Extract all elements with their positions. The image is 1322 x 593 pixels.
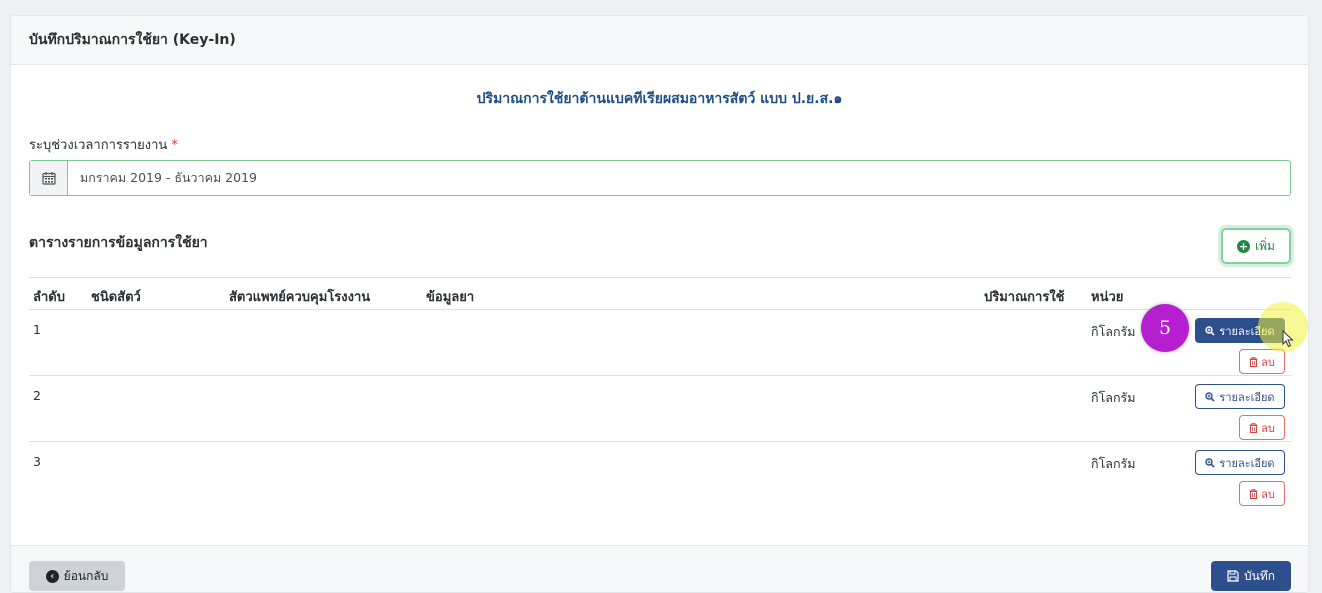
usage-table: ลำดับ ชนิดสัตว์ สัตวแพทย์ควบคุมโรงงาน ข้… [29, 277, 1291, 508]
delete-button-label: ลบ [1261, 355, 1275, 369]
row-index: 1 [33, 322, 41, 337]
row-index: 2 [33, 388, 41, 403]
table-row: 2 กิโลกรัม รายละเอียด ลบ [29, 376, 1291, 442]
delete-button[interactable]: ลบ [1239, 481, 1285, 506]
detail-button-label: รายละเอียด [1219, 390, 1275, 404]
table-header-row: ลำดับ ชนิดสัตว์ สัตวแพทย์ควบคุมโรงงาน ข้… [29, 277, 1291, 310]
trash-icon [1249, 422, 1258, 433]
detail-button-label: รายละเอียด [1219, 456, 1275, 470]
row-unit: กิโลกรัม [1091, 456, 1136, 471]
save-icon [1227, 570, 1239, 582]
row-index: 3 [33, 454, 41, 469]
period-date-range-input[interactable]: มกราคม 2019 - ธันวาคม 2019 [29, 160, 1291, 196]
save-button-label: บันทึก [1244, 568, 1275, 583]
delete-button-label: ลบ [1261, 421, 1275, 435]
add-button-label: เพิ่ม [1255, 238, 1275, 253]
zoom-icon [1205, 391, 1215, 402]
detail-button[interactable]: รายละเอียด [1195, 450, 1285, 475]
table-row: 1 กิโลกรัม รายละเอียด ลบ [29, 310, 1291, 376]
back-button[interactable]: ‹ ย้อนกลับ [29, 561, 125, 591]
table-heading: ตารางรายการข้อมูลการใช้ยา [29, 235, 208, 251]
period-date-range-value[interactable]: มกราคม 2019 - ธันวาคม 2019 [68, 168, 257, 188]
page-title: บันทึกปริมาณการใช้ยา (Key-In) [29, 32, 236, 48]
column-header-animal-type: ชนิดสัตว์ [91, 290, 141, 305]
period-label: ระบุช่วงเวลาการรายงาน * [29, 134, 178, 155]
add-button[interactable]: + เพิ่ม [1221, 228, 1291, 264]
delete-button-label: ลบ [1261, 487, 1275, 501]
column-header-unit: หน่วย [1091, 290, 1124, 305]
plus-circle-icon: + [1237, 239, 1251, 253]
form-title: ปริมาณการใช้ยาต้านแบคทีเรียผสมอาหารสัตว์… [476, 91, 843, 107]
table-row: 3 กิโลกรัม รายละเอียด ลบ [29, 442, 1291, 508]
zoom-icon [1205, 457, 1215, 468]
back-button-label: ย้อนกลับ [63, 568, 109, 583]
card-header: บันทึกปริมาณการใช้ยา (Key-In) [11, 16, 1308, 65]
trash-icon [1249, 356, 1258, 367]
column-header-usage-amount: ปริมาณการใช้ [984, 290, 1065, 305]
cursor-icon [1282, 330, 1294, 348]
row-unit: กิโลกรัม [1091, 324, 1136, 339]
save-button[interactable]: บันทึก [1211, 561, 1291, 591]
column-header-drug-info: ข้อมูลยา [426, 290, 475, 305]
delete-button[interactable]: ลบ [1239, 349, 1285, 374]
delete-button[interactable]: ลบ [1239, 415, 1285, 440]
calendar-icon[interactable] [30, 161, 68, 195]
card-footer: ‹ ย้อนกลับ บันทึก [11, 545, 1308, 592]
zoom-icon [1205, 325, 1215, 336]
required-mark: * [171, 138, 178, 153]
row-unit: กิโลกรัม [1091, 390, 1136, 405]
detail-button[interactable]: รายละเอียด [1195, 384, 1285, 409]
arrow-left-circle-icon: ‹ [45, 569, 59, 583]
period-label-text: ระบุช่วงเวลาการรายงาน [29, 138, 168, 153]
step-badge: 5 [1141, 304, 1189, 352]
trash-icon [1249, 488, 1258, 499]
column-header-veterinarian: สัตวแพทย์ควบคุมโรงงาน [229, 290, 371, 305]
usage-form-card: บันทึกปริมาณการใช้ยา (Key-In) ปริมาณการใ… [10, 15, 1309, 593]
column-header-index: ลำดับ [33, 290, 65, 305]
